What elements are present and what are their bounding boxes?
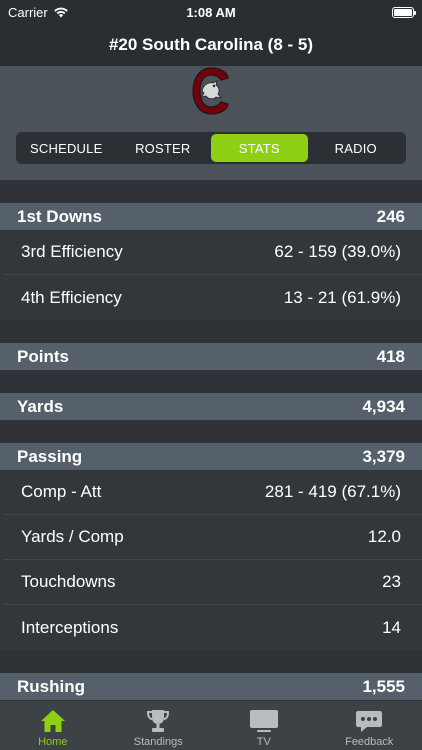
tab-stats[interactable]: STATS bbox=[211, 134, 308, 162]
section-segmented-control: SCHEDULE ROSTER STATS RADIO bbox=[16, 132, 406, 164]
stat-row-value: 14 bbox=[382, 617, 401, 637]
carrier-label: Carrier bbox=[8, 4, 48, 20]
tab-label: Feedback bbox=[345, 736, 394, 748]
section-first-downs: 1st Downs 246 3rd Efficiency 62 - 159 (3… bbox=[0, 203, 422, 320]
section-header: Passing 3,379 bbox=[0, 443, 422, 470]
stats-list[interactable]: 1st Downs 246 3rd Efficiency 62 - 159 (3… bbox=[0, 180, 422, 700]
stat-row: Yards / Comp 12.0 bbox=[4, 515, 422, 560]
stat-row: 4th Efficiency 13 - 21 (61.9%) bbox=[4, 275, 422, 320]
tv-icon bbox=[249, 710, 278, 732]
section-header: Yards 4,934 bbox=[0, 393, 422, 420]
stat-row-label: Interceptions bbox=[21, 617, 119, 637]
stat-row-value: 281 - 419 (67.1%) bbox=[264, 482, 401, 501]
nav-bar: #20 South Carolina (8 - 5) bbox=[0, 24, 422, 66]
tab-feedback[interactable]: Feedback bbox=[317, 701, 422, 750]
battery-icon bbox=[392, 6, 416, 18]
stat-value: 1,555 bbox=[362, 676, 405, 696]
status-bar: Carrier 1:08 AM bbox=[0, 0, 422, 24]
section-rushing: Rushing 1,555 bbox=[0, 673, 422, 700]
stat-row-value: 62 - 159 (39.0%) bbox=[274, 242, 401, 261]
stat-value: 4,934 bbox=[362, 396, 405, 416]
section-passing: Passing 3,379 Comp - Att 281 - 419 (67.1… bbox=[0, 443, 422, 650]
section-header: Rushing 1,555 bbox=[0, 673, 422, 700]
section-points: Points 418 bbox=[0, 343, 422, 370]
team-logo-icon bbox=[192, 67, 229, 115]
stat-row-label: Yards / Comp bbox=[21, 527, 124, 546]
section-header: Points 418 bbox=[0, 343, 422, 370]
stat-label: Passing bbox=[17, 446, 83, 466]
stat-row-value: 12.0 bbox=[367, 527, 401, 546]
section-header: 1st Downs 246 bbox=[0, 203, 422, 230]
wifi-icon bbox=[53, 7, 68, 18]
stat-row: Touchdowns 23 bbox=[4, 560, 422, 605]
home-icon bbox=[40, 710, 65, 732]
stat-value: 418 bbox=[376, 346, 405, 366]
page-title: #20 South Carolina (8 - 5) bbox=[108, 35, 314, 54]
stat-label: Rushing bbox=[17, 676, 85, 696]
stat-row-value: 13 - 21 (61.9%) bbox=[283, 287, 401, 307]
team-header: SCHEDULE ROSTER STATS RADIO bbox=[0, 66, 422, 180]
tab-radio[interactable]: RADIO bbox=[308, 134, 405, 162]
stat-row-label: 3rd Efficiency bbox=[21, 242, 123, 261]
tab-roster[interactable]: ROSTER bbox=[115, 134, 212, 162]
tab-tv[interactable]: TV bbox=[211, 701, 317, 750]
stat-value: 3,379 bbox=[362, 446, 405, 466]
feedback-icon bbox=[356, 711, 383, 732]
stat-label: Yards bbox=[17, 396, 64, 416]
tab-schedule[interactable]: SCHEDULE bbox=[18, 134, 115, 162]
tab-label: Home bbox=[38, 736, 68, 748]
stat-row-label: Touchdowns bbox=[21, 572, 116, 591]
tab-label: Standings bbox=[133, 736, 183, 748]
stat-row: Interceptions 14 bbox=[4, 605, 422, 650]
stat-value: 246 bbox=[376, 206, 405, 226]
section-yards: Yards 4,934 bbox=[0, 393, 422, 420]
stat-row: Comp - Att 281 - 419 (67.1%) bbox=[4, 470, 422, 515]
tab-home[interactable]: Home bbox=[0, 701, 106, 750]
trophy-icon bbox=[147, 710, 170, 732]
tab-bar: Home Standings TV Feedback bbox=[0, 700, 422, 750]
stat-label: Points bbox=[17, 346, 69, 366]
stat-row-value: 23 bbox=[382, 572, 401, 591]
stat-row: 3rd Efficiency 62 - 159 (39.0%) bbox=[4, 230, 422, 275]
stat-row-label: 4th Efficiency bbox=[21, 287, 122, 307]
tab-standings[interactable]: Standings bbox=[106, 701, 212, 750]
stat-row-label: Comp - Att bbox=[21, 482, 102, 501]
stat-label: 1st Downs bbox=[17, 206, 103, 226]
tab-label: TV bbox=[256, 736, 271, 748]
